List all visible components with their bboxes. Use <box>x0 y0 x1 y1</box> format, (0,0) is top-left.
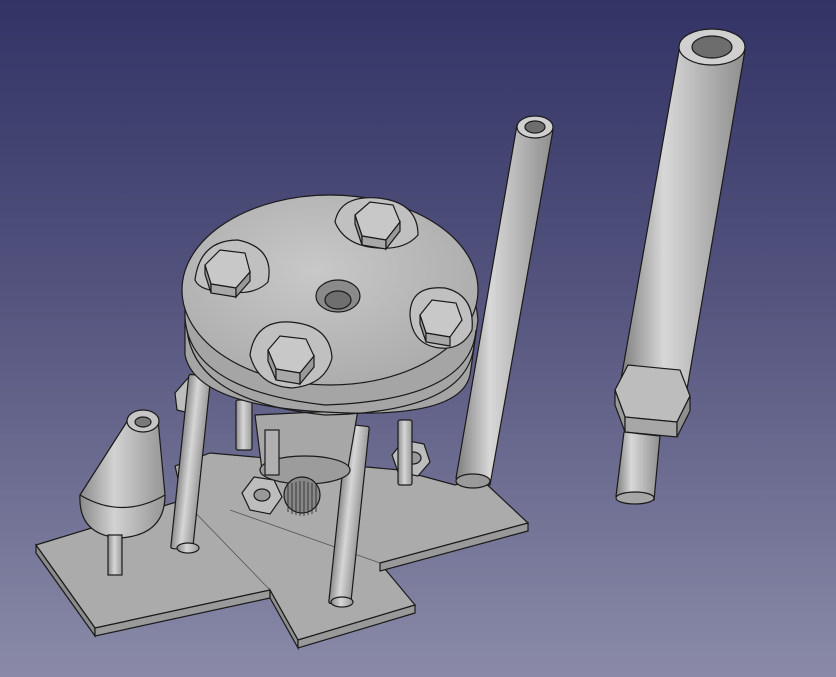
3d-viewport[interactable] <box>0 0 836 677</box>
cad-model-scene[interactable] <box>0 0 836 677</box>
large-tube[interactable] <box>614 28 746 505</box>
